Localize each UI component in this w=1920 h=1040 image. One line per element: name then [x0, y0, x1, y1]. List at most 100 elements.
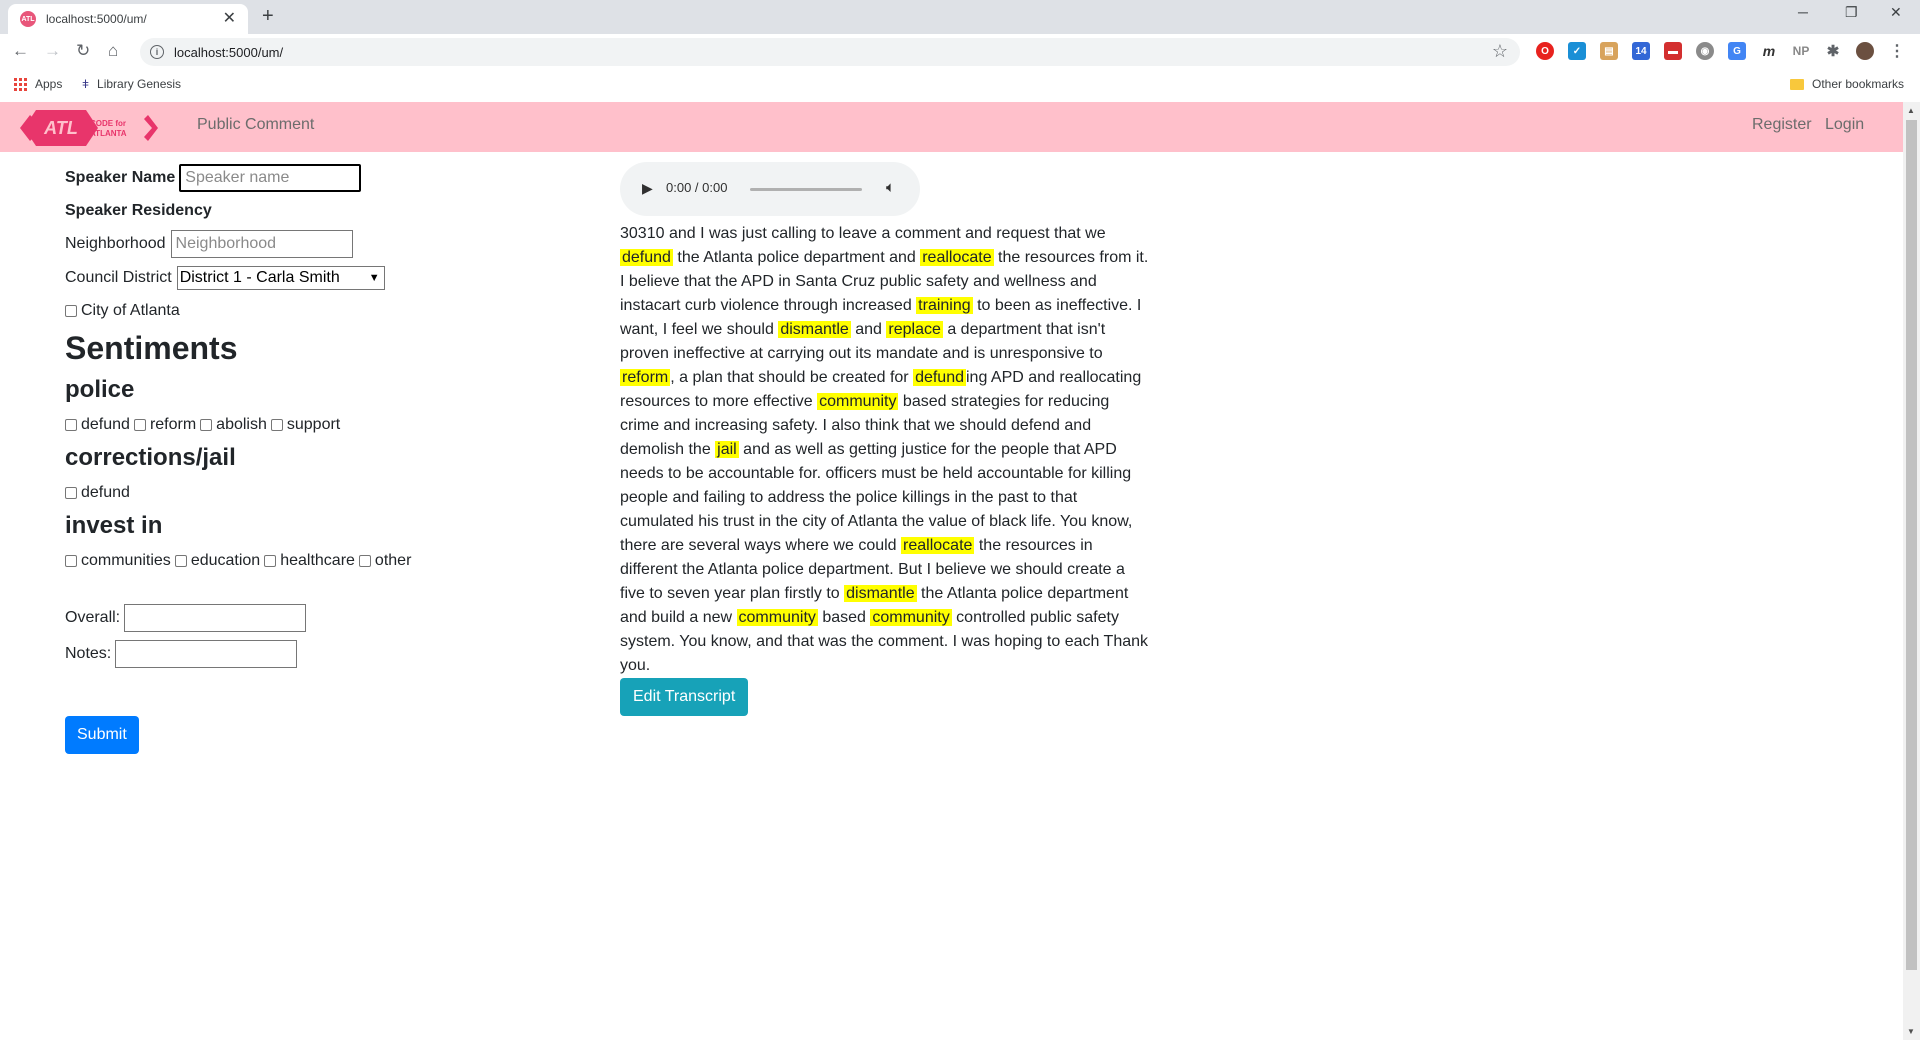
council-district-label: Council District [65, 269, 172, 286]
police-reform-checkbox[interactable] [133, 419, 146, 431]
police-defund-label: defund [81, 416, 130, 433]
speaker-residency-label: Speaker Residency [65, 202, 212, 219]
transcript-paragraph: 30310 and I was just calling to leave a … [620, 222, 1150, 678]
minimize-icon[interactable]: ─ [1798, 4, 1808, 20]
highlighted-keyword: community [736, 609, 818, 626]
police-reform-label: reform [149, 416, 197, 433]
police-support-checkbox[interactable] [270, 419, 283, 431]
tab-title: localhost:5000/um/ [46, 12, 147, 26]
apps-grid-icon [14, 77, 27, 91]
red-extension-icon[interactable]: ▬ [1664, 42, 1682, 60]
svg-text:ATL: ATL [43, 118, 78, 138]
browser-tabbar: ATL localhost:5000/um/ ✕ + ─ ❐ ✕ [0, 0, 1920, 34]
overall-label: Overall: [65, 609, 121, 626]
forward-icon[interactable]: → [44, 42, 61, 59]
play-icon[interactable]: ▶ [642, 180, 653, 197]
invest-communities-label: communities [81, 552, 171, 569]
speaker-name-input[interactable] [179, 164, 362, 192]
highlighted-keyword: replace [886, 321, 943, 338]
reload-icon[interactable]: ↻ [76, 42, 90, 59]
city-of-atlanta-label: City of Atlanta [81, 302, 180, 319]
invest-healthcare-checkbox[interactable] [264, 555, 277, 567]
scroll-up-icon[interactable]: ▲ [1907, 106, 1915, 115]
site-info-icon[interactable]: i [150, 45, 164, 59]
extensions-puzzle-icon[interactable]: ✱ [1824, 42, 1842, 60]
svg-text:CODE for: CODE for [90, 119, 126, 128]
speaker-name-label: Speaker Name [65, 169, 176, 186]
highlighted-keyword: reallocate [901, 537, 975, 554]
tab-favicon-icon: ATL [20, 11, 36, 27]
profile-avatar[interactable] [1856, 42, 1874, 60]
council-district-select[interactable]: District 1 - Carla Smith ▼ [176, 266, 385, 290]
overall-input[interactable] [124, 604, 307, 632]
edit-transcript-button[interactable]: Edit Transcript [620, 678, 749, 716]
transcript-segment: , a plan that should be created for [670, 369, 914, 386]
site-navbar: ATL CODE for ATLANTA Public Comment Regi… [0, 102, 1903, 152]
invest-other-checkbox[interactable] [358, 555, 371, 567]
highlighted-keyword: dismantle [778, 321, 851, 338]
highlighted-keyword: community [870, 609, 952, 626]
highlighted-keyword: defund [913, 369, 966, 386]
translate-extension-icon[interactable]: G [1728, 42, 1746, 60]
city-of-atlanta-checkbox[interactable] [65, 305, 77, 317]
corrections-defund-checkbox[interactable] [65, 487, 77, 499]
nav-register[interactable]: Register [1752, 116, 1812, 134]
code-for-atlanta-logo[interactable]: ATL CODE for ATLANTA [16, 107, 166, 149]
folder-icon [1790, 78, 1804, 90]
highlighted-keyword: dismantle [844, 585, 917, 602]
bookmark-star-icon[interactable]: ☆ [1492, 41, 1508, 62]
opera-extension-icon[interactable]: O [1536, 42, 1554, 60]
highlighted-keyword: defund [620, 249, 673, 266]
volume-icon[interactable]: 🔈︎ [886, 179, 895, 196]
highlighted-keyword: reallocate [920, 249, 994, 266]
nav-public-comment[interactable]: Public Comment [197, 116, 314, 134]
invest-communities-checkbox[interactable] [65, 555, 77, 567]
scrollbar-thumb[interactable] [1906, 120, 1917, 970]
police-heading: police [65, 376, 135, 403]
home-icon[interactable]: ⌂ [108, 42, 118, 59]
invest-heading: invest in [65, 512, 163, 539]
close-tab-icon[interactable]: ✕ [223, 11, 236, 27]
nav-login[interactable]: Login [1825, 116, 1864, 134]
transcript-segment: the Atlanta police department and [672, 249, 921, 266]
svg-text:ATLANTA: ATLANTA [90, 129, 127, 138]
np-extension-icon[interactable]: NP [1792, 42, 1810, 60]
highlighted-keyword: jail [715, 441, 739, 458]
bookmark-other[interactable]: Other bookmarks [1790, 77, 1904, 91]
browser-menu-icon[interactable]: ⋮ [1888, 42, 1906, 60]
calendar-extension-icon[interactable]: 14 [1632, 42, 1650, 60]
invest-healthcare-label: healthcare [280, 552, 355, 569]
submit-button[interactable]: Submit [65, 716, 139, 754]
m-extension-icon[interactable]: m [1760, 42, 1778, 60]
audio-time: 0:00 / 0:00 [666, 180, 728, 195]
gray-extension-icon[interactable]: ◉ [1696, 42, 1714, 60]
address-bar[interactable]: i localhost:5000/um/ ☆ [140, 38, 1520, 66]
invest-education-checkbox[interactable] [174, 555, 187, 567]
browser-tab[interactable]: ATL localhost:5000/um/ ✕ [8, 4, 248, 34]
close-window-icon[interactable]: ✕ [1890, 4, 1902, 21]
bookmark-library-genesis[interactable]: ǂ Library Genesis [82, 77, 181, 91]
new-tab-icon[interactable]: + [262, 5, 274, 28]
audio-player[interactable]: ▶ 0:00 / 0:00 🔈︎ [620, 162, 920, 216]
notes-input[interactable] [115, 640, 298, 668]
bookmark-apps[interactable]: Apps [14, 77, 62, 91]
corrections-heading: corrections/jail [65, 444, 236, 471]
notes-label: Notes: [65, 645, 112, 662]
police-defund-checkbox[interactable] [65, 419, 77, 431]
audio-progress-bar[interactable] [750, 188, 862, 191]
page-scrollbar[interactable]: ▲ ▼ [1903, 102, 1920, 1040]
transcript-segment: based [817, 609, 871, 626]
check-extension-icon[interactable]: ✓ [1568, 42, 1586, 60]
highlighted-keyword: training [916, 297, 973, 314]
police-support-label: support [286, 416, 341, 433]
police-abolish-checkbox[interactable] [200, 419, 213, 431]
corrections-defund-label: defund [81, 484, 130, 501]
scroll-down-icon[interactable]: ▼ [1907, 1027, 1915, 1036]
neighborhood-input[interactable] [170, 230, 353, 258]
cookie-extension-icon[interactable]: ▤ [1600, 42, 1618, 60]
libgen-icon: ǂ [82, 77, 90, 91]
police-abolish-label: abolish [216, 416, 267, 433]
restore-icon[interactable]: ❐ [1845, 4, 1858, 21]
back-icon[interactable]: ← [12, 42, 29, 59]
browser-toolbar: ← → ↻ ⌂ i localhost:5000/um/ ☆ O ✓ ▤ 14 … [0, 34, 1920, 70]
